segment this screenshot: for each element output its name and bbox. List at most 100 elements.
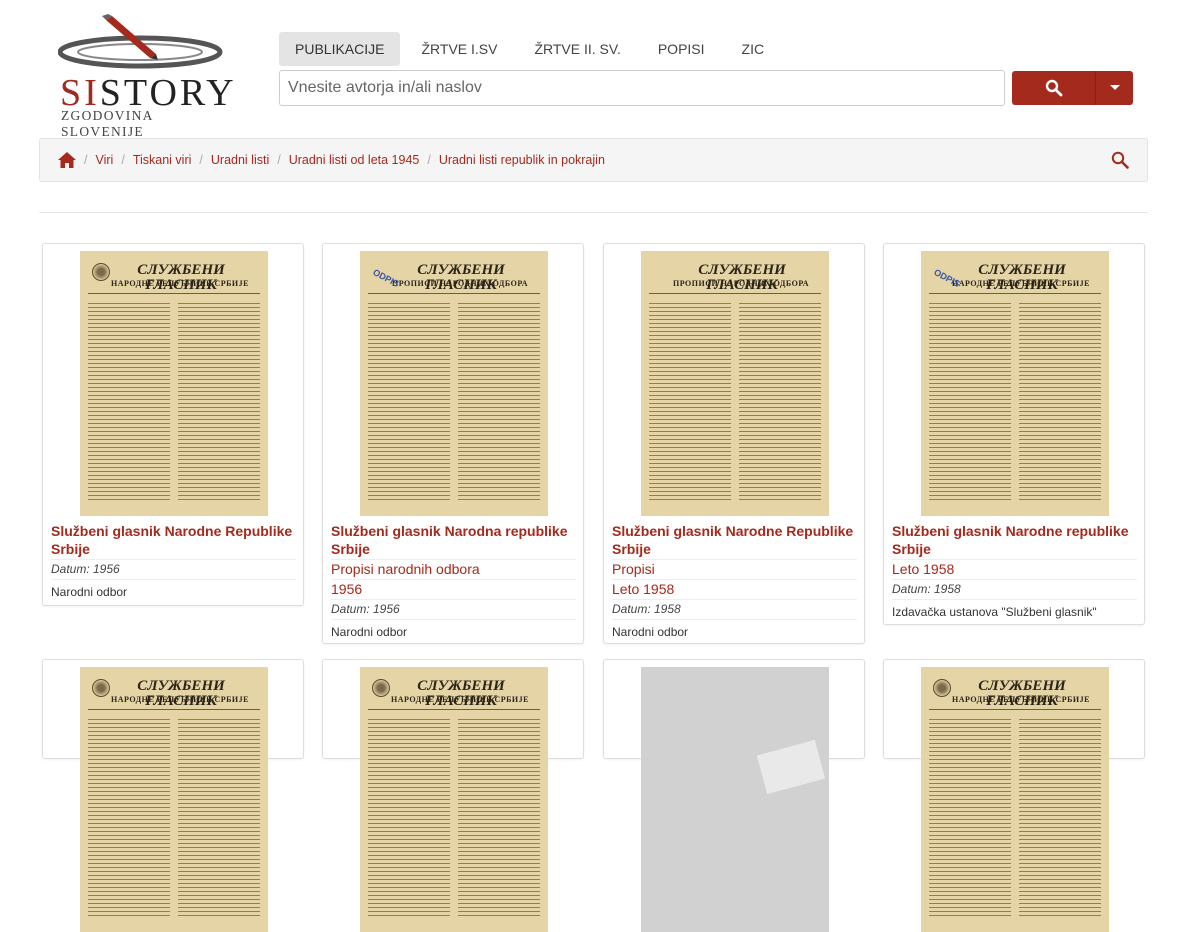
thumbnail-text-column: [649, 303, 731, 502]
publication-thumbnail[interactable]: СЛУЖБЕНИ ГЛАСНИК ПРОПИСИ НАРОДНИХ ОДБОРА…: [360, 251, 548, 516]
breadcrumb-separator: /: [121, 153, 125, 167]
content-divider: [39, 212, 1148, 213]
card-subtitle[interactable]: Propisi narodnih odbora: [331, 560, 576, 580]
search-input[interactable]: [279, 70, 1005, 106]
publication-thumbnail[interactable]: СЛУЖБЕНИ ГЛАСНИК НАРОДНЕ РЕПУБЛИКЕ СРБИЈ…: [80, 667, 268, 932]
card-subtitle[interactable]: Propisi: [612, 560, 857, 580]
thumbnail-masthead: СЛУЖБЕНИ ГЛАСНИК: [137, 262, 225, 293]
breadcrumb-uradni-listi-1945[interactable]: Uradni listi od leta 1945: [289, 153, 420, 167]
search-options-dropdown[interactable]: [1096, 71, 1133, 105]
card-publisher: Narodni odbor: [51, 585, 128, 599]
publication-thumbnail-placeholder[interactable]: [641, 667, 829, 932]
card-details: Službeni glasnik Narodna republike Srbij…: [331, 522, 576, 642]
publication-card[interactable]: СЛУЖБЕНИ ГЛАСНИК НАРОДНЕ РЕПУБЛИКЕ СРБИЈ…: [42, 243, 304, 606]
breadcrumb-separator: /: [427, 153, 431, 167]
thumbnail-text-column: [88, 719, 170, 918]
card-year[interactable]: Leto 1958: [892, 560, 1137, 580]
publication-card[interactable]: СЛУЖБЕНИ ГЛАСНИК ПРОПИСИ НАРОДНИХ ОДБОРА…: [322, 243, 584, 644]
publication-thumbnail[interactable]: СЛУЖБЕНИ ГЛАСНИК НАРОДНЕ РЕПУБЛИКЕ СРБИЈ…: [921, 251, 1109, 516]
card-date: Datum: 1956: [331, 600, 576, 620]
card-publisher: Narodni odbor: [612, 625, 689, 639]
thumbnail-text-column: [458, 303, 540, 502]
thumbnail-text-column: [88, 303, 170, 502]
breadcrumb-viri[interactable]: Viri: [95, 153, 113, 167]
thumbnail-subhead: НАРОДНЕ РЕПУБЛИКЕ СРБИЈЕ: [111, 695, 249, 704]
card-title[interactable]: Službeni glasnik Narodne republike Srbij…: [892, 522, 1137, 560]
breadcrumb-republik-pokrajin[interactable]: Uradni listi republik in pokrajin: [439, 153, 605, 167]
thumbnail-text-column: [178, 719, 260, 918]
thumbnail-rule: [88, 709, 260, 710]
nav-popisi[interactable]: POPISI: [642, 32, 721, 66]
publication-thumbnail[interactable]: СЛУЖБЕНИ ГЛАСНИК НАРОДНЕ РЕПУБЛИКЕ СРБИЈ…: [80, 251, 268, 516]
publication-card[interactable]: [603, 659, 865, 932]
publication-card[interactable]: СЛУЖБЕНИ ГЛАСНИК НАРОДНЕ РЕПУБЛИКЕ СРБИЈ…: [42, 659, 304, 932]
thumbnail-masthead: СЛУЖБЕНИ ГЛАСНИК: [978, 678, 1066, 709]
card-title[interactable]: Službeni glasnik Narodne Republike Srbij…: [51, 522, 296, 560]
nav-zic[interactable]: ZIC: [726, 32, 781, 66]
thumbnail-text-column: [929, 719, 1011, 918]
main-nav: PUBLIKACIJE ŽRTVE I.SV ŽRTVE II. SV. POP…: [279, 32, 785, 66]
caret-down-icon: [1109, 85, 1120, 90]
thumbnail-text-column: [368, 303, 450, 502]
home-icon[interactable]: [58, 152, 76, 168]
thumbnail-rule: [929, 293, 1101, 294]
card-date: Datum: 1958: [612, 600, 857, 620]
card-title[interactable]: Službeni glasnik Narodna republike Srbij…: [331, 522, 576, 560]
thumbnail-text-column: [929, 303, 1011, 502]
nav-publikacije[interactable]: PUBLIKACIJE: [279, 32, 401, 66]
thumbnail-subhead: НАРОДНЕ РЕПУБЛИКЕ СРБИЈЕ: [111, 279, 249, 288]
document-placeholder-icon: [756, 739, 826, 795]
thumbnail-masthead: СЛУЖБЕНИ ГЛАСНИК: [417, 678, 505, 709]
thumbnail-masthead: СЛУЖБЕНИ ГЛАСНИК: [698, 262, 786, 293]
thumbnail-rule: [368, 293, 540, 294]
sistory-logo[interactable]: SISTORY ZGODOVINA SLOVENIJE: [58, 14, 238, 139]
search-button[interactable]: [1012, 71, 1096, 105]
card-details: Službeni glasnik Narodne republike Srbij…: [892, 522, 1137, 622]
thumbnail-rule: [368, 709, 540, 710]
publication-card[interactable]: СЛУЖБЕНИ ГЛАСНИК ПРОПИСИ НАРОДНИХ ОДБОРА…: [603, 243, 865, 644]
thumbnail-masthead: СЛУЖБЕНИ ГЛАСНИК: [137, 678, 225, 709]
breadcrumb-separator: /: [199, 153, 203, 167]
card-date: Datum: 1956: [51, 560, 296, 580]
publication-thumbnail[interactable]: СЛУЖБЕНИ ГЛАСНИК НАРОДНЕ РЕПУБЛИКЕ СРБИЈ…: [921, 667, 1109, 932]
thumbnail-text-column: [458, 719, 540, 918]
thumbnail-subhead: НАРОДНЕ РЕПУБЛИКЕ СРБИЈЕ: [952, 279, 1090, 288]
breadcrumb-tiskani-viri[interactable]: Tiskani viri: [133, 153, 192, 167]
breadcrumb-separator: /: [84, 153, 88, 167]
search-button-group: [1012, 71, 1133, 105]
publication-card[interactable]: СЛУЖБЕНИ ГЛАСНИК НАРОДНЕ РЕПУБЛИКЕ СРБИЈ…: [322, 659, 584, 932]
thumbnail-text-column: [1019, 303, 1101, 502]
publication-card[interactable]: СЛУЖБЕНИ ГЛАСНИК НАРОДНЕ РЕПУБЛИКЕ СРБИЈ…: [883, 243, 1145, 625]
thumbnail-subhead: НАРОДНЕ РЕПУБЛИКЕ СРБИЈЕ: [952, 695, 1090, 704]
card-publisher: Izdavačka ustanova "Službeni glasnik": [892, 605, 1097, 619]
thumbnail-subhead: ПРОПИСИ НАРОДНИХ ОДБОРА: [391, 279, 529, 288]
publication-card[interactable]: СЛУЖБЕНИ ГЛАСНИК НАРОДНЕ РЕПУБЛИКЕ СРБИЈ…: [883, 659, 1145, 932]
thumbnail-text-column: [739, 303, 821, 502]
logo-subtitle: ZGODOVINA SLOVENIJE: [61, 108, 153, 139]
breadcrumb-uradni-listi[interactable]: Uradni listi: [211, 153, 269, 167]
nav-zrtve-2sv[interactable]: ŽRTVE II. SV.: [518, 32, 636, 66]
card-year[interactable]: Leto 1958: [612, 580, 857, 600]
card-date: Datum: 1958: [892, 580, 1137, 600]
thumbnail-text-column: [1019, 719, 1101, 918]
publication-thumbnail[interactable]: СЛУЖБЕНИ ГЛАСНИК НАРОДНЕ РЕПУБЛИКЕ СРБИЈ…: [360, 667, 548, 932]
nav-zrtve-1sv[interactable]: ŽRTVE I.SV: [405, 32, 513, 66]
card-details: Službeni glasnik Narodne Republike Srbij…: [612, 522, 857, 642]
search-icon: [1045, 79, 1062, 97]
breadcrumb: / Viri / Tiskani viri / Uradni listi / U…: [39, 138, 1148, 182]
card-details: Službeni glasnik Narodne Republike Srbij…: [51, 522, 296, 602]
logo-wordmark: SISTORY: [60, 72, 237, 114]
breadcrumb-search-icon[interactable]: [1111, 151, 1129, 172]
thumbnail-text-column: [178, 303, 260, 502]
thumbnail-masthead: СЛУЖБЕНИ ГЛАСНИК: [978, 262, 1066, 293]
card-publisher: Narodni odbor: [331, 625, 408, 639]
card-title[interactable]: Službeni glasnik Narodne Republike Srbij…: [612, 522, 857, 560]
site-header: SISTORY ZGODOVINA SLOVENIJE PUBLIKACIJE …: [0, 0, 1200, 139]
thumbnail-rule: [88, 293, 260, 294]
thumbnail-masthead: СЛУЖБЕНИ ГЛАСНИК: [417, 262, 505, 293]
publication-thumbnail[interactable]: СЛУЖБЕНИ ГЛАСНИК ПРОПИСИ НАРОДНИХ ОДБОРА: [641, 251, 829, 516]
thumbnail-subhead: НАРОДНЕ РЕПУБЛИКЕ СРБИЈЕ: [391, 695, 529, 704]
thumbnail-rule: [929, 709, 1101, 710]
card-year[interactable]: 1956: [331, 580, 576, 600]
thumbnail-subhead: ПРОПИСИ НАРОДНИХ ОДБОРА: [672, 279, 810, 288]
